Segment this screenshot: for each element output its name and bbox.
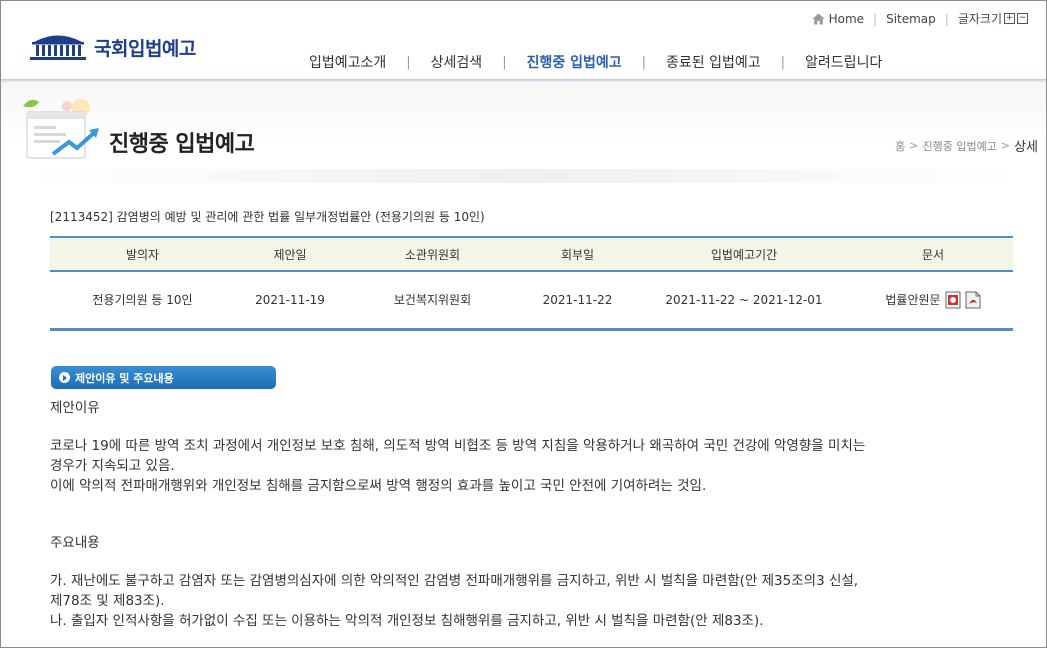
- arrow-right-circle-icon: [59, 372, 70, 383]
- breadcrumb: 홈 > 진행중 입법예고 > 상세: [895, 136, 1038, 155]
- header-proposer: 발의자: [50, 236, 235, 272]
- font-size-label: 글자크기: [957, 12, 1002, 26]
- home-icon: [812, 13, 825, 24]
- cell-proposed-date: 2021-11-19: [235, 271, 345, 331]
- cell-referral-date: 2021-11-22: [520, 271, 635, 331]
- sitemap-link[interactable]: Sitemap: [886, 12, 936, 26]
- header-proposed-date: 제안일: [235, 236, 345, 272]
- bill-title: [2113452] 감염병의 예방 및 관리에 관한 법률 일부개정법률안 (전…: [50, 210, 485, 224]
- bill-info-table: 발의자 제안일 소관위원회 회부일 입법예고기간 문서 전용기의원 등 10인 …: [50, 236, 1013, 331]
- reason-heading: 제안이유: [50, 400, 100, 416]
- section-badge: 제안이유 및 주요내용: [51, 366, 276, 389]
- site-header: 국회입법예고 Home | Sitemap | 글자크기 + − 입법예고소개 …: [1, 1, 1046, 81]
- header-committee: 소관위원회: [345, 236, 520, 272]
- home-label: Home: [828, 11, 865, 26]
- nav-item-search[interactable]: 상세검색: [411, 52, 503, 72]
- font-size-control: 글자크기 + −: [958, 10, 1028, 27]
- cell-proposer: 전용기의원 등 10인: [50, 271, 235, 331]
- font-decrease-button[interactable]: −: [1017, 13, 1028, 24]
- nav-item-ended[interactable]: 종료된 입법예고: [646, 52, 781, 72]
- util-divider: |: [873, 11, 878, 26]
- cell-document: 법률안원문: [853, 271, 1013, 331]
- main-heading: 주요내용: [50, 535, 100, 551]
- header-document: 문서: [853, 236, 1013, 272]
- util-divider: |: [944, 11, 949, 26]
- assembly-building-icon: [30, 35, 86, 60]
- page-title: 진행중 입법예고: [109, 132, 255, 157]
- nav-item-notice[interactable]: 알려드립니다: [785, 52, 902, 72]
- font-increase-button[interactable]: +: [1004, 13, 1015, 24]
- reason-paragraph-1: 코로나 19에 따른 방역 조치 과정에서 개인정보 보호 침해, 의도적 방역…: [50, 438, 866, 474]
- table-row: 전용기의원 등 10인 2021-11-19 보건복지위원회 2021-11-2…: [50, 271, 1013, 331]
- document-chart-icon: [23, 99, 99, 159]
- header-referral-date: 회부일: [520, 236, 635, 272]
- pdf-file-icon[interactable]: [965, 291, 981, 309]
- table-header-row: 발의자 제안일 소관위원회 회부일 입법예고기간 문서: [50, 236, 1013, 272]
- breadcrumb-current: 상세: [1014, 140, 1038, 155]
- cell-committee: 보건복지위원회: [345, 271, 520, 331]
- bill-content: 제안이유 코로나 19에 따른 방역 조치 과정에서 개인정보 보호 침해, 의…: [50, 398, 1010, 631]
- browser-frame: 국회입법예고 Home | Sitemap | 글자크기 + − 입법예고소개 …: [0, 0, 1047, 648]
- header-period: 입법예고기간: [635, 236, 853, 272]
- chevron-right-icon: >: [909, 139, 919, 152]
- title-divider-shadow: [23, 169, 1023, 183]
- document-label: 법률안원문: [885, 293, 941, 308]
- section-badge-label: 제안이유 및 주요내용: [75, 371, 174, 385]
- document-links: 법률안원문: [885, 291, 981, 309]
- breadcrumb-section[interactable]: 진행중 입법예고: [923, 138, 997, 154]
- main-item-1: 가. 재난에도 불구하고 감염자 또는 감염병의심자에 의한 악의적인 감염병 …: [50, 573, 859, 609]
- chevron-right-icon: >: [1000, 139, 1011, 152]
- nav-item-intro[interactable]: 입법예고소개: [289, 52, 406, 72]
- logo-text: 국회입법예고: [94, 37, 196, 60]
- page-title-area: 진행중 입법예고 홈 > 진행중 입법예고 > 상세: [1, 82, 1046, 182]
- main-item-2: 나. 출입자 인적사항을 허가없이 수집 또는 이용하는 악의적 개인정보 침해…: [50, 613, 764, 629]
- nav-item-ongoing[interactable]: 진행중 입법예고: [507, 52, 642, 72]
- hwp-file-icon[interactable]: [945, 291, 961, 309]
- breadcrumb-home[interactable]: 홈: [895, 138, 905, 154]
- utility-links: Home | Sitemap | 글자크기 + −: [812, 10, 1028, 27]
- cell-period: 2021-11-22 ~ 2021-12-01: [635, 271, 853, 331]
- site-logo[interactable]: 국회입법예고: [28, 33, 196, 61]
- reason-paragraph-2: 이에 악의적 전파매개행위와 개인정보 침해를 금지함으로써 방역 행정의 효과…: [50, 478, 707, 494]
- main-navigation: 입법예고소개 | 상세검색 | 진행중 입법예고 | 종료된 입법예고 | 알려…: [289, 52, 902, 72]
- home-link[interactable]: Home: [812, 12, 864, 26]
